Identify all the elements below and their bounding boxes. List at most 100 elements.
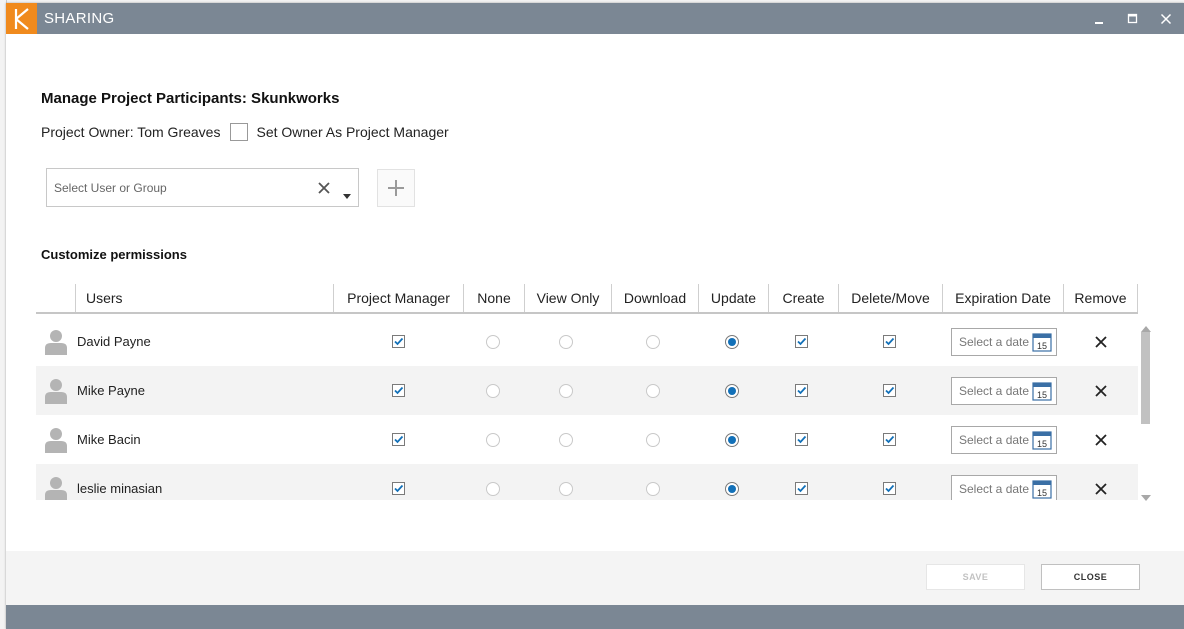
maximize-button[interactable] <box>1118 3 1148 34</box>
scrollbar-thumb[interactable] <box>1141 332 1150 424</box>
close-button[interactable]: CLOSE <box>1041 564 1140 590</box>
dialog-footer: SAVE CLOSE <box>6 551 1184 605</box>
avatar-icon <box>45 378 67 409</box>
owner-row: Project Owner: Tom Greaves Set Owner As … <box>41 122 449 142</box>
delete-move-checkbox[interactable] <box>882 384 896 397</box>
permissions-table-body: David Payne Select a date 15 Mike Payne Sele… <box>36 317 1138 500</box>
close-icon <box>1095 433 1107 446</box>
delete-move-checkbox[interactable] <box>882 482 896 495</box>
sharing-dialog: SHARING Manage Project Participants: Sku… <box>6 3 1184 629</box>
add-user-button[interactable] <box>377 169 415 207</box>
dialog-title: SHARING <box>44 10 115 27</box>
access-radio-update[interactable] <box>725 432 739 447</box>
avatar-icon <box>45 329 67 360</box>
table-row: Mike Bacin Select a date 15 <box>36 415 1138 464</box>
table-scrollbar[interactable] <box>1138 317 1154 501</box>
expiration-date-placeholder: Select a date <box>959 383 1030 398</box>
close-icon <box>1095 384 1107 397</box>
expiration-date-placeholder: Select a date <box>959 481 1030 496</box>
expiration-date-input[interactable]: Select a date 15 <box>951 327 1057 357</box>
access-radio-download[interactable] <box>646 334 660 349</box>
remove-user-button[interactable] <box>1093 415 1109 464</box>
close-icon <box>1160 13 1172 24</box>
table-row: David Payne Select a date 15 <box>36 317 1138 366</box>
calendar-icon[interactable]: 15 <box>1032 381 1052 406</box>
user-name: David Payne <box>77 334 151 349</box>
calendar-day-text: 15 <box>1037 390 1047 400</box>
remove-user-button[interactable] <box>1093 317 1109 366</box>
minimize-icon <box>1095 21 1103 24</box>
access-radio-view-only[interactable] <box>559 481 573 496</box>
permissions-heading: Customize permissions <box>41 247 187 262</box>
remove-user-button[interactable] <box>1093 464 1109 500</box>
access-radio-none[interactable] <box>486 334 500 349</box>
window-close-button[interactable] <box>1151 3 1181 34</box>
create-checkbox[interactable] <box>794 433 808 446</box>
delete-move-checkbox[interactable] <box>882 335 896 348</box>
column-header-users: Users <box>75 284 333 312</box>
access-radio-update[interactable] <box>725 383 739 398</box>
user-group-select[interactable]: Select User or Group <box>46 168 359 207</box>
access-radio-download[interactable] <box>646 383 660 398</box>
access-radio-download[interactable] <box>646 432 660 447</box>
clear-selection-button[interactable] <box>317 181 331 200</box>
close-icon <box>1095 482 1107 495</box>
column-header-project-manager: Project Manager <box>333 284 463 312</box>
project-manager-checkbox[interactable] <box>391 335 405 348</box>
access-radio-view-only[interactable] <box>559 383 573 398</box>
column-header-delete-move: Delete/Move <box>838 284 942 312</box>
column-header-update: Update <box>698 284 768 312</box>
create-checkbox[interactable] <box>794 335 808 348</box>
page-title: Manage Project Participants: Skunkworks <box>41 90 340 107</box>
avatar-icon <box>45 476 67 500</box>
access-radio-view-only[interactable] <box>559 334 573 349</box>
access-radio-download[interactable] <box>646 481 660 496</box>
user-name: Mike Payne <box>77 383 145 398</box>
set-owner-as-manager-label[interactable]: Set Owner As Project Manager <box>256 124 448 140</box>
access-radio-none[interactable] <box>486 481 500 496</box>
caret-down-icon <box>1141 495 1151 501</box>
plus-icon <box>388 180 404 196</box>
access-radio-update[interactable] <box>725 334 739 349</box>
close-icon <box>1095 335 1107 348</box>
k-logo-icon <box>14 7 29 30</box>
access-radio-none[interactable] <box>486 432 500 447</box>
access-radio-none[interactable] <box>486 383 500 398</box>
access-radio-update[interactable] <box>725 481 739 496</box>
calendar-day-text: 15 <box>1037 341 1047 351</box>
create-checkbox[interactable] <box>794 482 808 495</box>
project-manager-checkbox[interactable] <box>391 384 405 397</box>
scroll-down-button[interactable] <box>1141 488 1151 506</box>
expiration-date-input[interactable]: Select a date 15 <box>951 474 1057 501</box>
app-logo <box>6 3 37 34</box>
delete-move-checkbox[interactable] <box>882 433 896 446</box>
project-owner-label: Project Owner: Tom Greaves <box>41 124 221 140</box>
save-button[interactable]: SAVE <box>926 564 1025 590</box>
table-row: leslie minasian Select a date 15 <box>36 464 1138 500</box>
calendar-icon[interactable]: 15 <box>1032 430 1052 455</box>
column-header-none: None <box>463 284 524 312</box>
column-header-view-only: View Only <box>524 284 611 312</box>
create-checkbox[interactable] <box>794 384 808 397</box>
calendar-icon[interactable]: 15 <box>1032 479 1052 501</box>
remove-user-button[interactable] <box>1093 366 1109 415</box>
set-owner-as-manager-checkbox[interactable] <box>230 123 249 141</box>
user-group-select-placeholder: Select User or Group <box>54 181 167 195</box>
project-manager-checkbox[interactable] <box>391 433 405 446</box>
close-icon <box>318 182 330 194</box>
expiration-date-input[interactable]: Select a date 15 <box>951 425 1057 455</box>
user-name: Mike Bacin <box>77 432 141 447</box>
calendar-icon[interactable]: 15 <box>1032 332 1052 357</box>
permissions-table-header: Users Project Manager None View Only Dow… <box>36 284 1138 314</box>
project-manager-checkbox[interactable] <box>391 482 405 495</box>
expiration-date-input[interactable]: Select a date 15 <box>951 376 1057 406</box>
table-row: Mike Payne Select a date 15 <box>36 366 1138 415</box>
access-radio-view-only[interactable] <box>559 432 573 447</box>
column-header-create: Create <box>768 284 838 312</box>
calendar-day-text: 15 <box>1037 439 1047 449</box>
column-header-download: Download <box>611 284 698 312</box>
dropdown-toggle[interactable] <box>343 186 351 204</box>
calendar-day-text: 15 <box>1037 488 1047 498</box>
title-bar: SHARING <box>6 3 1184 34</box>
minimize-button[interactable] <box>1084 3 1114 34</box>
